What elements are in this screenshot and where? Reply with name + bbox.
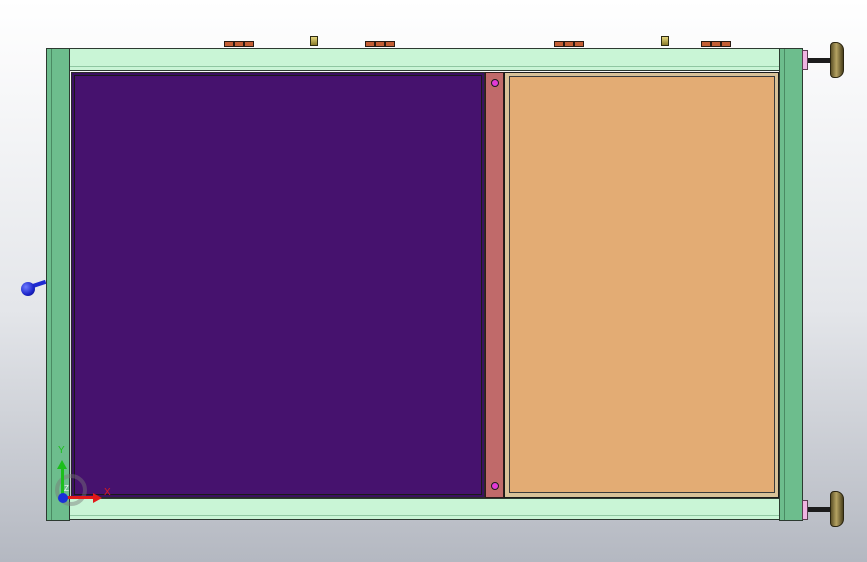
center-divider[interactable] — [485, 72, 504, 498]
frame-bottom-rail[interactable] — [69, 498, 780, 520]
leveling-foot-icon[interactable] — [830, 491, 844, 527]
top-connector-1 — [310, 36, 318, 46]
top-pad-2 — [365, 41, 395, 47]
foot-stem-bottom — [808, 507, 830, 512]
axis-x-line — [64, 496, 94, 499]
axis-y-label: Y — [58, 445, 65, 456]
handle-knob-icon[interactable] — [21, 282, 35, 296]
right-panel[interactable] — [509, 76, 775, 493]
frame-top-rail[interactable] — [69, 48, 780, 71]
divider-hole-bottom — [491, 482, 499, 490]
axis-x-label: X — [104, 487, 111, 498]
divider-hole-top — [491, 79, 499, 87]
foot-stem-top — [808, 58, 830, 63]
axis-origin-icon — [58, 493, 68, 503]
top-pad-3 — [554, 41, 584, 47]
frame-right-post[interactable] — [779, 48, 803, 521]
axis-y-arrow-icon — [57, 460, 67, 469]
3d-viewport[interactable]: X Y Z — [0, 0, 867, 562]
left-panel[interactable] — [74, 75, 482, 495]
top-connector-2 — [661, 36, 669, 46]
top-pad-1 — [224, 41, 254, 47]
axis-x-arrow-icon — [93, 493, 102, 503]
leveling-foot-icon[interactable] — [830, 42, 844, 78]
top-pad-4 — [701, 41, 731, 47]
axis-z-label: Z — [64, 484, 69, 493]
